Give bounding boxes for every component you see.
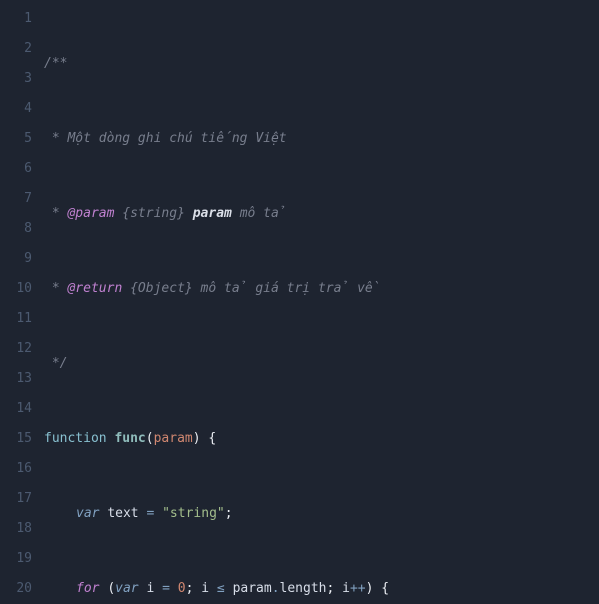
line-number: 1 [0,4,32,34]
fn-name: func [114,431,145,446]
kw-for: for [76,581,99,596]
kw-var: var [76,506,99,521]
doc-type: {Object} [122,281,192,296]
line-number: 17 [0,484,32,514]
paren-close: ) [193,431,201,446]
id-length: length [280,581,327,596]
paren-open: ( [146,431,154,446]
line-number: 19 [0,544,32,574]
id-text: text [107,506,138,521]
num-0: 0 [178,581,186,596]
line-number: 9 [0,244,32,274]
line-number: 16 [0,454,32,484]
line-number: 18 [0,514,32,544]
id-i: i [201,581,209,596]
semicolon: ; [225,506,233,521]
code-area[interactable]: /** * Một dòng ghi chú tiếng Việt * @par… [44,4,599,604]
line-number: 3 [0,64,32,94]
code-line[interactable]: * @param {string} param mô tả [44,199,599,229]
code-line[interactable]: /** [44,49,599,79]
op-eq: = [154,581,177,596]
doc-desc: mô tả [232,206,287,221]
doc-open: /** [44,56,67,71]
line-number: 15 [0,424,32,454]
line-number: 12 [0,334,32,364]
sep: ; [186,581,202,596]
kw-var: var [115,581,138,596]
doc-param-name: param [193,206,232,221]
doc-star: * [44,131,67,146]
doc-star: * [44,206,67,221]
line-number: 7 [0,184,32,214]
brace-open: { [208,431,216,446]
paren-open: ( [107,581,115,596]
dot: . [272,581,280,596]
line-number: 2 [0,34,32,64]
line-gutter: 1 2 3 4 5 6 7 8 9 10 11 12 13 14 15 16 1… [0,4,44,604]
code-line[interactable]: for (var i = 0; i ≤ param.length; i++) { [44,574,599,604]
doc-tag-param: @param [67,206,114,221]
kw-function: function [44,431,107,446]
doc-star: * [44,281,67,296]
code-line[interactable]: function func(param) { [44,424,599,454]
code-line[interactable]: * Một dòng ghi chú tiếng Việt [44,124,599,154]
line-number: 8 [0,214,32,244]
line-number: 5 [0,124,32,154]
doc-text: Một dòng ghi chú tiếng Việt [67,131,286,146]
doc-tag-return: @return [67,281,122,296]
line-number: 6 [0,154,32,184]
doc-close: */ [44,356,67,371]
id-i: i [342,581,350,596]
param: param [154,431,193,446]
doc-type: {string} [114,206,192,221]
string-literal: "string" [162,506,225,521]
id-param: param [233,581,272,596]
line-number: 20 [0,574,32,604]
op-eq: = [139,506,162,521]
line-number: 14 [0,394,32,424]
line-number: 10 [0,274,32,304]
code-line[interactable]: */ [44,349,599,379]
sep: ; [327,581,343,596]
code-line[interactable]: * @return {Object} mô tả giá trị trả về [44,274,599,304]
line-number: 13 [0,364,32,394]
code-line[interactable]: var text = "string"; [44,499,599,529]
op-inc: ++ [350,581,366,596]
code-editor[interactable]: 1 2 3 4 5 6 7 8 9 10 11 12 13 14 15 16 1… [0,0,599,604]
line-number: 4 [0,94,32,124]
line-number: 11 [0,304,32,334]
brace-open: { [381,581,389,596]
doc-desc: mô tả giá trị trả về [193,281,381,296]
op-le: ≤ [209,581,232,596]
